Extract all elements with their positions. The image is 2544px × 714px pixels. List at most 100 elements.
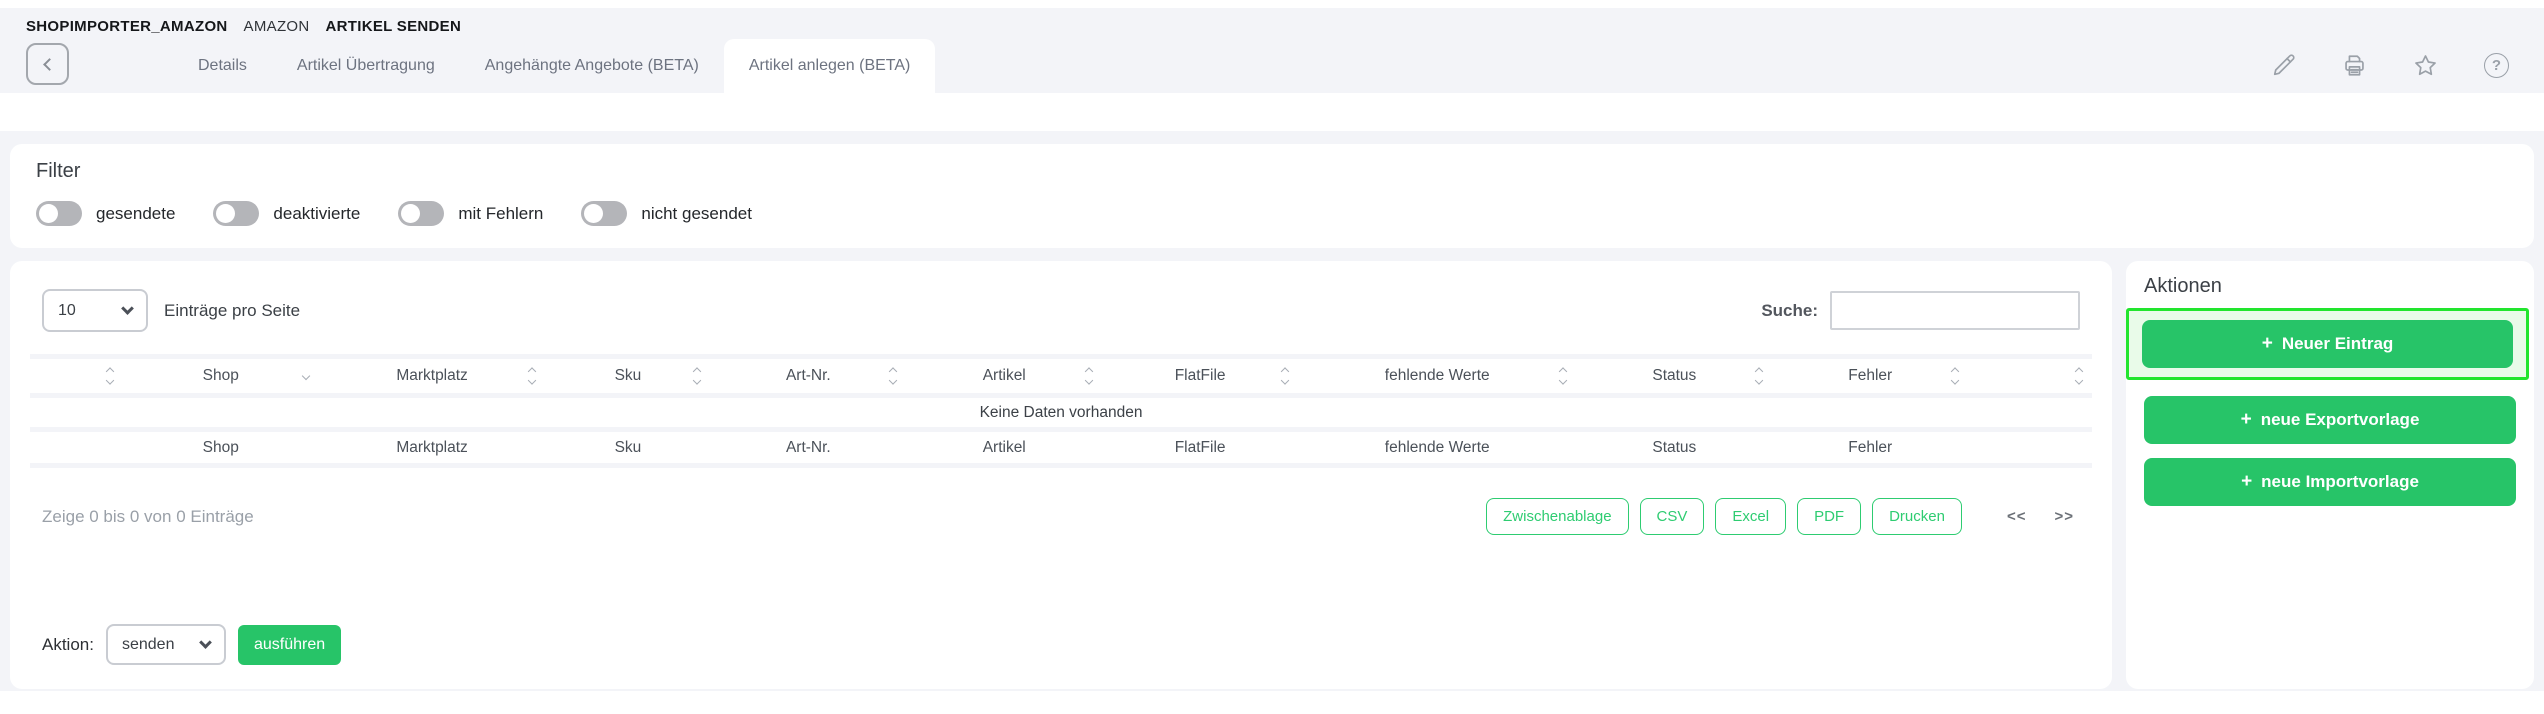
column-header-flatfile[interactable]: FlatFile (1102, 367, 1298, 385)
page-size-label: Einträge pro Seite (164, 301, 300, 321)
toggle-knob (39, 204, 58, 223)
toggle-label: gesendete (96, 204, 175, 224)
page-size-select[interactable]: 10 (42, 289, 148, 332)
pagination-prev[interactable]: << (2007, 508, 2027, 525)
execute-button[interactable]: ausführen (238, 625, 341, 665)
column-header-status[interactable]: Status (1576, 367, 1772, 385)
export-excel-button[interactable]: Excel (1715, 498, 1786, 535)
toggle-knob (401, 204, 420, 223)
bulk-action-row: Aktion: senden ausführen (30, 624, 2092, 669)
plus-icon: + (2241, 409, 2252, 431)
row-separator (30, 463, 2092, 468)
filter-title: Filter (36, 160, 2508, 183)
footer-cell-sku: Sku (545, 439, 710, 457)
table-footer-row: Shop Marktplatz Sku Art-Nr. Artikel Flat… (30, 432, 2092, 463)
footer-cell-shop: Shop (123, 439, 319, 457)
toolbar-icons: ? (2270, 52, 2510, 79)
toggle-label: nicht gesendet (641, 204, 752, 224)
table-info-row: Zeige 0 bis 0 von 0 Einträge Zwischenabl… (42, 498, 2080, 535)
filter-toggles: gesendete deaktivierte mit Fehlern nicht… (36, 201, 2508, 226)
toggle-label: mit Fehlern (458, 204, 543, 224)
column-label: Artikel (983, 367, 1026, 384)
column-header-fehler[interactable]: Fehler (1772, 367, 1968, 385)
footer-cell-artnr: Art-Nr. (710, 439, 906, 457)
column-label: Sku (615, 367, 642, 384)
button-label: Neuer Eintrag (2282, 334, 2393, 354)
breadcrumb-module: SHOPIMPORTER_AMAZON (26, 18, 228, 35)
empty-message: Keine Daten vorhanden (980, 404, 1143, 422)
new-export-template-button[interactable]: + neue Exportvorlage (2144, 396, 2516, 444)
column-header-fehlende-werte[interactable]: fehlende Werte (1298, 367, 1576, 385)
table-card: 10 Einträge pro Seite Suche: Shop (10, 261, 2112, 689)
column-header-marktplatz[interactable]: Marktplatz (319, 367, 546, 385)
column-header-artnr[interactable]: Art-Nr. (710, 367, 906, 385)
chevron-down-icon (121, 302, 134, 315)
column-label: Marktplatz (396, 367, 468, 384)
table-header-row: Shop Marktplatz Sku Art-Nr. (30, 359, 2092, 393)
toggle-knob (216, 204, 235, 223)
button-label: neue Exportvorlage (2261, 410, 2420, 430)
toggle-label: deaktivierte (273, 204, 360, 224)
breadcrumb-account: AMAZON (244, 18, 310, 35)
toggle-gesendete: gesendete (36, 201, 175, 226)
back-button[interactable] (26, 43, 69, 85)
tab-artikel-anlegen[interactable]: Artikel anlegen (BETA) (724, 39, 936, 93)
data-table: Shop Marktplatz Sku Art-Nr. (30, 354, 2092, 468)
column-header-artikel[interactable]: Artikel (906, 367, 1102, 385)
tab-details[interactable]: Details (173, 39, 272, 93)
print-table-button[interactable]: Drucken (1872, 498, 1962, 535)
toggle-switch-deaktivierte[interactable] (213, 201, 259, 226)
column-header-sku[interactable]: Sku (545, 367, 710, 385)
copy-clipboard-button[interactable]: Zwischenablage (1486, 498, 1628, 535)
sort-icon (529, 369, 535, 384)
export-pdf-button[interactable]: PDF (1797, 498, 1861, 535)
export-csv-button[interactable]: CSV (1640, 498, 1705, 535)
column-label: Art-Nr. (786, 367, 831, 384)
chevron-down-icon (199, 636, 212, 649)
button-wrap: + neue Exportvorlage (2144, 396, 2516, 444)
footer-cell-marktplatz: Marktplatz (319, 439, 546, 457)
search-input[interactable] (1830, 291, 2080, 330)
footer-cell-fehlende-werte: fehlende Werte (1298, 439, 1576, 457)
help-icon[interactable]: ? (2483, 52, 2510, 79)
sort-icon (107, 369, 113, 384)
chevron-left-icon (43, 58, 56, 71)
actions-title: Aktionen (2144, 275, 2516, 298)
tabs: Details Artikel Übertragung Angehängte A… (173, 39, 935, 93)
column-header-shop[interactable]: Shop (123, 367, 319, 385)
action-select-value: senden (122, 636, 175, 654)
toggle-mit-fehlern: mit Fehlern (398, 201, 543, 226)
search-area: Suche: (1761, 291, 2080, 330)
tab-bar: Details Artikel Übertragung Angehängte A… (0, 39, 2544, 93)
new-entry-button[interactable]: + Neuer Eintrag (2142, 320, 2513, 368)
tab-panel-spacer (0, 93, 2544, 131)
toggle-deaktivierte: deaktivierte (213, 201, 360, 226)
highlight-frame: + Neuer Eintrag (2126, 308, 2529, 380)
breadcrumb-page: ARTIKEL SENDEN (326, 18, 462, 35)
column-label: FlatFile (1175, 367, 1226, 384)
plus-icon: + (2262, 333, 2273, 355)
favorite-star-icon[interactable] (2412, 52, 2439, 79)
sort-icon (1086, 369, 1092, 384)
toggle-switch-mit-fehlern[interactable] (398, 201, 444, 226)
entries-info: Zeige 0 bis 0 von 0 Einträge (42, 507, 254, 527)
sort-icon (694, 369, 700, 384)
toggle-switch-gesendete[interactable] (36, 201, 82, 226)
new-import-template-button[interactable]: + neue Importvorlage (2144, 458, 2516, 506)
sort-icon (1282, 369, 1288, 384)
toggle-switch-nicht-gesendet[interactable] (581, 201, 627, 226)
page-content: Filter gesendete deaktivierte mit Fehler… (0, 131, 2544, 691)
action-select[interactable]: senden (106, 624, 226, 665)
tab-angehaengte-angebote[interactable]: Angehängte Angebote (BETA) (460, 39, 724, 93)
button-wrap: + neue Importvorlage (2144, 458, 2516, 506)
tab-artikel-uebertragung[interactable]: Artikel Übertragung (272, 39, 460, 93)
print-icon[interactable] (2341, 52, 2368, 79)
table-empty-row: Keine Daten vorhanden (30, 398, 2092, 427)
edit-pencil-icon[interactable] (2270, 52, 2297, 79)
column-label: Status (1652, 367, 1696, 384)
footer-cell-artikel: Artikel (906, 439, 1102, 457)
sort-icon (1560, 369, 1566, 384)
breadcrumb: SHOPIMPORTER_AMAZON AMAZON ARTIKEL SENDE… (0, 8, 2544, 39)
sort-icon (1952, 369, 1958, 384)
pagination-next[interactable]: >> (2054, 508, 2074, 525)
